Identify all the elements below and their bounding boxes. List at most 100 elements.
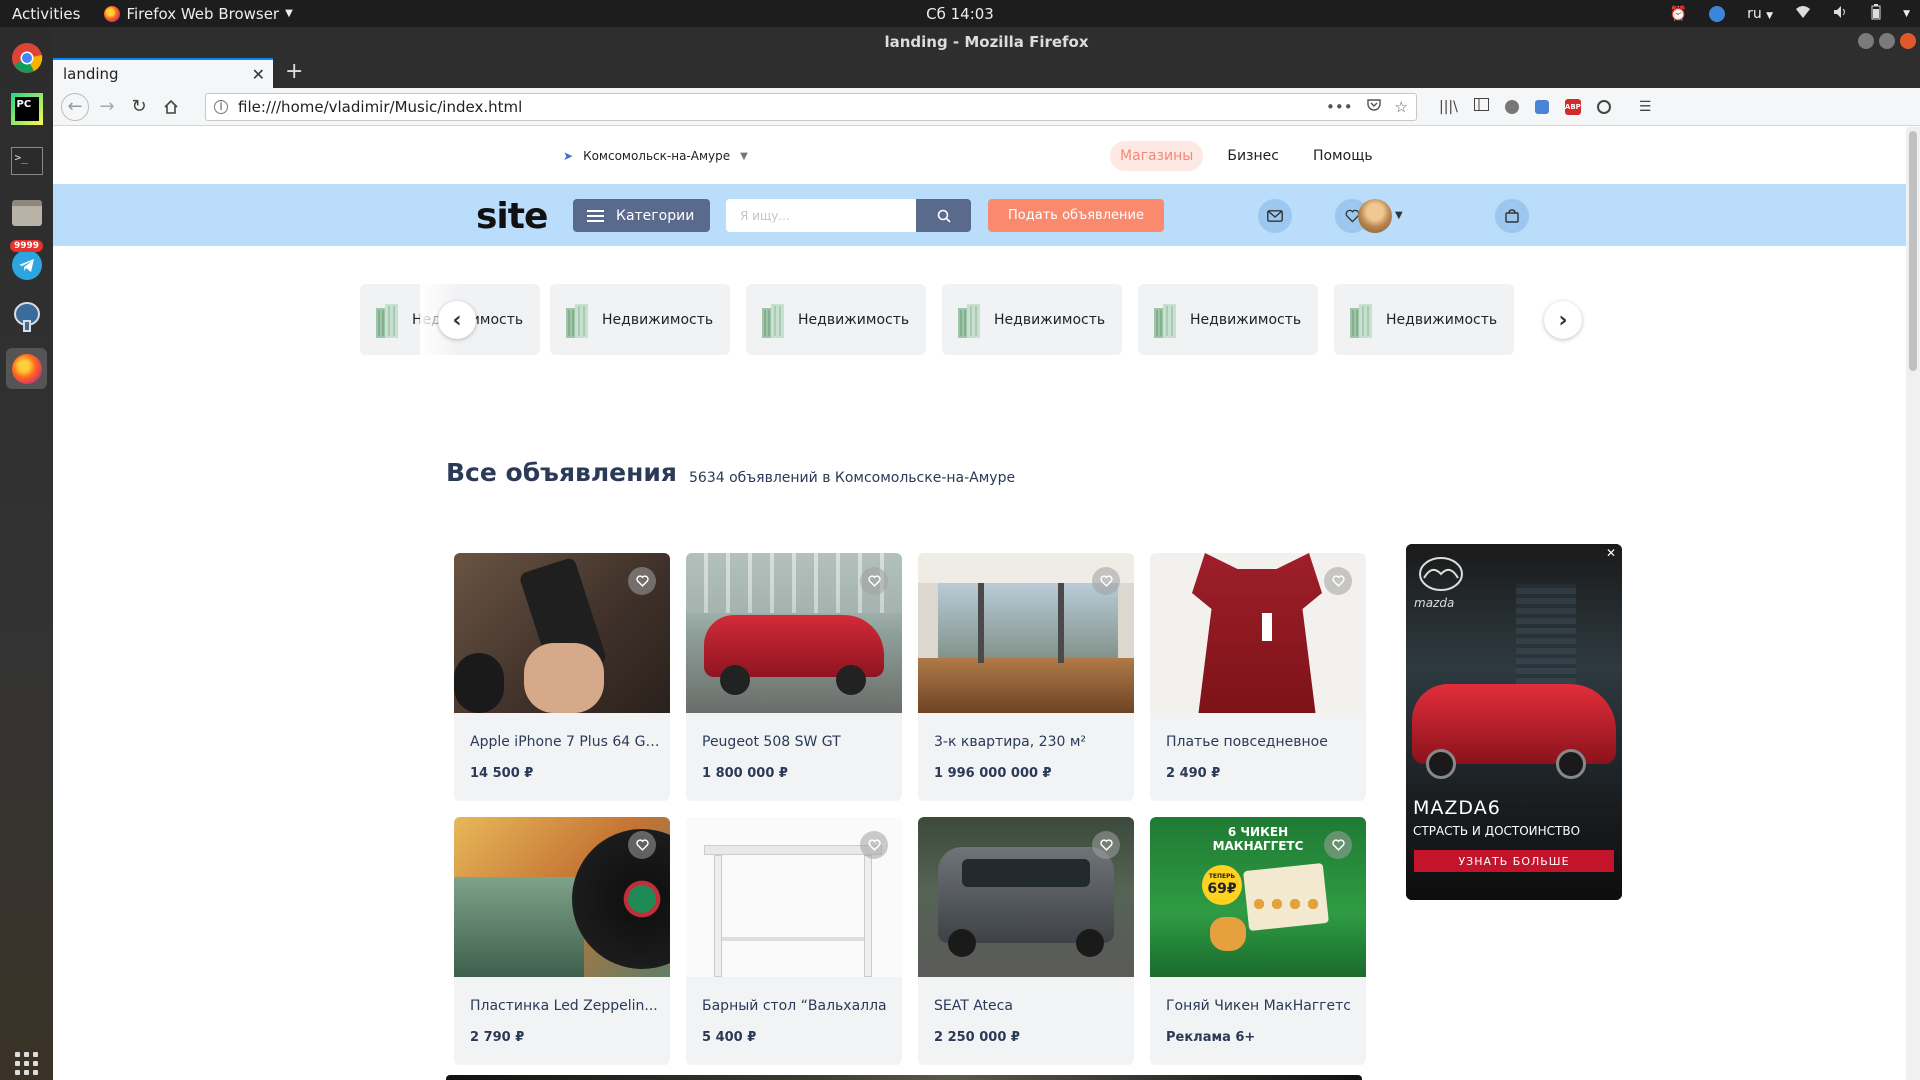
- listing-card[interactable]: 6 ЧИКЕН МАКНАГГЕТС ТЕПЕРЬ 69₽ Гоняй Чике…: [1150, 817, 1366, 1065]
- navigation-toolbar: ← → ↻ i file:///home/vladimir/Music/inde…: [53, 88, 1920, 126]
- category-card[interactable]: Недвижимость: [1138, 284, 1318, 355]
- listings-count: 5634 объявлений в Комсомольске-на-Амуре: [689, 470, 1016, 486]
- favorite-button[interactable]: [1324, 567, 1352, 595]
- city-selector[interactable]: ➤ Комсомольск-на-Амуре ▼: [563, 149, 748, 163]
- listing-card[interactable]: Пластинка Led Zeppelin... 2 790 ₽: [454, 817, 670, 1065]
- back-button[interactable]: ←: [61, 92, 89, 121]
- scrollbar-thumb[interactable]: [1909, 131, 1917, 371]
- account-icon[interactable]: [1596, 99, 1611, 114]
- building-icon: [564, 302, 590, 338]
- listing-card[interactable]: SEAT Ateca 2 250 000 ₽: [918, 817, 1134, 1065]
- favorite-button[interactable]: [860, 831, 888, 859]
- listing-card[interactable]: Барный стол “Вальхалла 5 400 ₽: [686, 817, 902, 1065]
- telegram-icon[interactable]: 9999: [6, 240, 47, 285]
- listing-card[interactable]: Peugeot 508 SW GT 1 800 000 ₽: [686, 553, 902, 801]
- close-ad-icon[interactable]: ✕: [1606, 546, 1616, 560]
- search-input[interactable]: [726, 199, 916, 232]
- maximize-button[interactable]: [1879, 33, 1895, 49]
- promo-banner[interactable]: [446, 1075, 1362, 1080]
- favorite-button[interactable]: [1324, 831, 1352, 859]
- forward-button[interactable]: →: [93, 93, 121, 121]
- system-menu-chevron-icon[interactable]: ▼: [1903, 9, 1910, 19]
- heart-icon: [1331, 575, 1345, 587]
- home-button[interactable]: [157, 93, 185, 121]
- heart-icon: [635, 839, 649, 851]
- sidebar-ad[interactable]: ✕ mazda MAZDA6 СТРАСТЬ И ДОСТОИНСТВО УЗН…: [1406, 544, 1622, 900]
- app-menu[interactable]: Firefox Web Browser ▼: [92, 5, 293, 23]
- chevron-down-icon: ▼: [285, 8, 293, 19]
- chevron-down-icon[interactable]: ▼: [1395, 210, 1403, 221]
- info-icon[interactable]: i: [214, 99, 228, 114]
- site-logo[interactable]: site: [476, 196, 548, 237]
- favorite-button[interactable]: [1092, 567, 1120, 595]
- categories-button[interactable]: Категории: [573, 199, 710, 232]
- terminal-icon[interactable]: >_: [6, 140, 47, 181]
- files-icon[interactable]: [6, 192, 47, 233]
- chrome-icon[interactable]: [6, 37, 47, 78]
- wifi-icon[interactable]: [1795, 5, 1811, 23]
- url-text: file:///home/vladimir/Music/index.html: [238, 97, 523, 116]
- activities-button[interactable]: Activities: [0, 5, 92, 23]
- categories-carousel: Недвижимость Недвижимость Недвижимость Н…: [360, 284, 1600, 359]
- extension-icon[interactable]: [1504, 99, 1519, 114]
- carousel-next-button[interactable]: ›: [1544, 301, 1582, 339]
- new-tab-button[interactable]: +: [273, 59, 315, 88]
- pocket-icon[interactable]: [1366, 98, 1381, 116]
- category-card[interactable]: Недвижимость: [550, 284, 730, 355]
- page-actions-icon[interactable]: •••: [1326, 98, 1353, 116]
- bookmark-star-icon[interactable]: ☆: [1395, 98, 1408, 116]
- clock[interactable]: Сб 14:03: [926, 5, 994, 23]
- url-bar[interactable]: i file:///home/vladimir/Music/index.html…: [205, 92, 1417, 121]
- pgadmin-icon[interactable]: [6, 296, 47, 337]
- listing-card[interactable]: 3-к квартира, 230 м² 1 996 000 000 ₽: [918, 553, 1134, 801]
- category-card[interactable]: Недвижимость: [746, 284, 926, 355]
- category-label: Недвижимость: [798, 311, 910, 328]
- ad-cta-button[interactable]: УЗНАТЬ БОЛЬШЕ: [1414, 850, 1614, 872]
- favorite-button[interactable]: [628, 831, 656, 859]
- translate-icon[interactable]: [1534, 99, 1549, 114]
- menu-icon[interactable]: ☰: [1639, 99, 1652, 115]
- sidebar-icon[interactable]: [1473, 98, 1489, 115]
- app-grid-icon[interactable]: [6, 1043, 47, 1080]
- reload-button[interactable]: ↻: [125, 93, 153, 121]
- tab-landing[interactable]: landing ✕: [53, 58, 273, 88]
- alarm-icon[interactable]: ⏰: [1670, 6, 1687, 22]
- favorite-button[interactable]: [1092, 831, 1120, 859]
- battery-icon[interactable]: [1871, 3, 1881, 24]
- city-name: Комсомольск-на-Амуре: [583, 149, 731, 163]
- search-button[interactable]: [916, 199, 971, 232]
- promo-badge-price: 69₽: [1207, 881, 1237, 897]
- nav-shops[interactable]: Магазины: [1110, 141, 1204, 171]
- nav-help[interactable]: Помощь: [1303, 141, 1383, 171]
- language-label: ru: [1747, 5, 1762, 22]
- listing-card[interactable]: Платье повседневное 2 490 ₽: [1150, 553, 1366, 801]
- minimize-button[interactable]: [1858, 33, 1874, 49]
- messages-button[interactable]: [1258, 199, 1292, 233]
- category-card[interactable]: Недвижимость: [942, 284, 1122, 355]
- chat-indicator-icon[interactable]: [1709, 5, 1726, 22]
- bag-icon: [1505, 209, 1519, 223]
- heart-icon: [1099, 575, 1113, 587]
- library-icon[interactable]: |||\: [1439, 99, 1458, 115]
- avatar[interactable]: [1358, 199, 1392, 233]
- language-indicator[interactable]: ru ▼: [1747, 6, 1773, 22]
- listing-title: Барный стол “Вальхалла: [702, 998, 887, 1014]
- cart-button[interactable]: [1495, 199, 1529, 233]
- page-scrollbar[interactable]: [1906, 127, 1920, 1080]
- listing-card[interactable]: Apple iPhone 7 Plus 64 GB... 14 500 ₽: [454, 553, 670, 801]
- close-tab-icon[interactable]: ✕: [252, 65, 265, 84]
- category-card[interactable]: Недвижимость: [1334, 284, 1514, 355]
- carousel-prev-button[interactable]: ‹: [438, 301, 476, 339]
- close-window-button[interactable]: [1900, 33, 1916, 49]
- nav-business[interactable]: Бизнес: [1217, 141, 1289, 171]
- pycharm-icon[interactable]: PC: [6, 88, 47, 129]
- post-ad-button[interactable]: Подать объявление: [988, 199, 1164, 232]
- listing-price: 1 800 000 ₽: [702, 766, 788, 781]
- volume-icon[interactable]: [1833, 5, 1849, 23]
- favorite-button[interactable]: [860, 567, 888, 595]
- firefox-icon[interactable]: [6, 348, 47, 389]
- building-icon: [1152, 302, 1178, 338]
- search-icon: [937, 209, 951, 223]
- favorite-button[interactable]: [628, 567, 656, 595]
- adblock-icon[interactable]: ABP: [1564, 98, 1581, 115]
